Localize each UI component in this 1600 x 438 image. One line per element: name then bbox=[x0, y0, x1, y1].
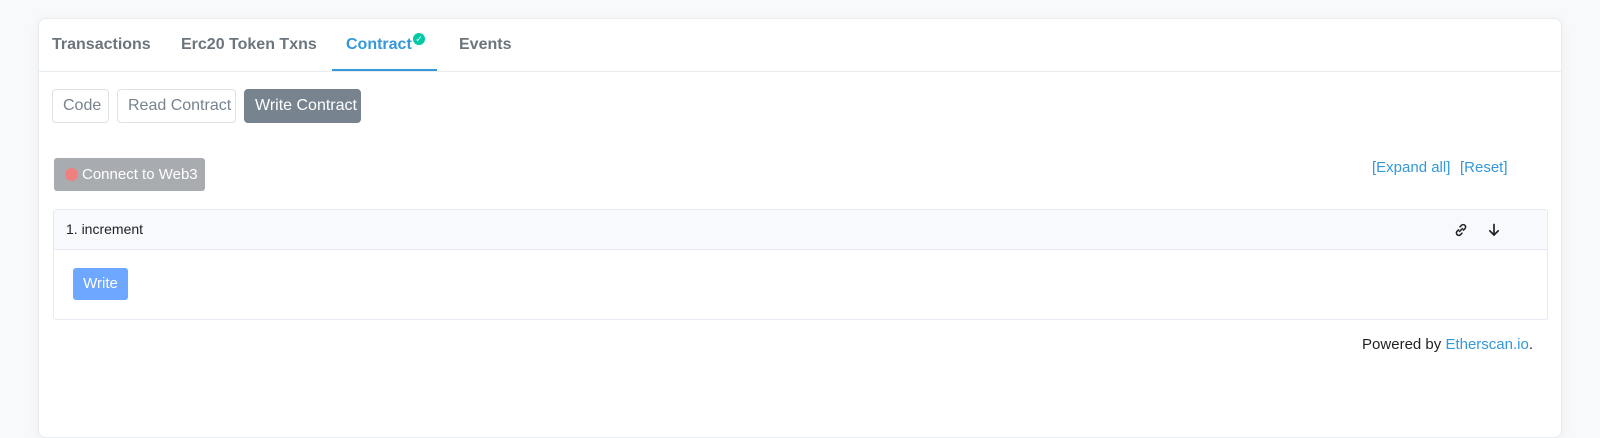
subtab-label: Write Contract bbox=[255, 97, 357, 114]
tab-label: Transactions bbox=[52, 36, 151, 53]
subtab-label: Code bbox=[63, 97, 102, 114]
subtab-read-contract[interactable]: Read Contract bbox=[117, 89, 236, 123]
reset-link[interactable]: [Reset] bbox=[1460, 159, 1508, 176]
tab-events[interactable]: Events bbox=[459, 19, 511, 71]
powered-by-footer: Powered by Etherscan.io. bbox=[1362, 336, 1533, 353]
tab-label: Events bbox=[459, 36, 512, 53]
subtab-label: Read Contract bbox=[128, 97, 232, 114]
contract-card: Transactions Erc20 Token Txns Contract ✓… bbox=[38, 18, 1562, 438]
arrow-down-icon[interactable] bbox=[1486, 222, 1502, 238]
etherscan-link[interactable]: Etherscan.io bbox=[1445, 336, 1528, 353]
function-panel: 1. increment Write bbox=[53, 209, 1548, 320]
function-title: 1. increment bbox=[66, 221, 144, 237]
tab-bar: Transactions Erc20 Token Txns Contract ✓… bbox=[39, 19, 1561, 72]
footer-prefix: Powered by bbox=[1362, 336, 1446, 353]
tab-erc20-token-txns[interactable]: Erc20 Token Txns bbox=[181, 19, 317, 71]
tab-transactions[interactable]: Transactions bbox=[52, 19, 151, 71]
subtab-code[interactable]: Code bbox=[52, 89, 109, 123]
tab-label: Erc20 Token Txns bbox=[181, 36, 317, 53]
write-button[interactable]: Write bbox=[73, 268, 128, 300]
footer-suffix: . bbox=[1528, 336, 1533, 353]
expand-all-link[interactable]: [Expand all] bbox=[1372, 159, 1450, 176]
connect-to-web3-button[interactable]: Connect to Web3 bbox=[54, 158, 205, 191]
tab-contract[interactable]: Contract ✓ bbox=[332, 19, 437, 71]
connect-label: Connect to Web3 bbox=[82, 166, 198, 183]
function-header[interactable]: 1. increment bbox=[54, 210, 1547, 250]
dot-icon bbox=[65, 168, 78, 181]
subtab-write-contract[interactable]: Write Contract bbox=[244, 89, 361, 123]
link-icon[interactable] bbox=[1453, 222, 1469, 238]
tab-label: Contract bbox=[346, 36, 412, 53]
check-circle-icon: ✓ bbox=[413, 33, 425, 45]
